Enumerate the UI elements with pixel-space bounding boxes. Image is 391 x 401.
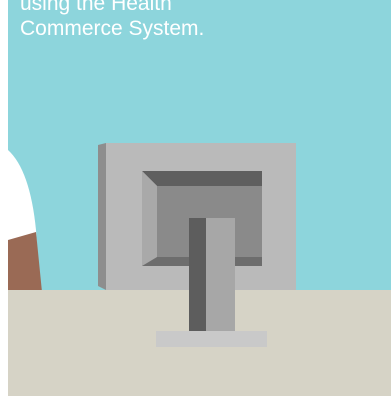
caption-line-2: Commerce System.: [20, 17, 205, 40]
caption-text: using the Health Commerce System.: [20, 0, 350, 41]
monitor-panel-left: [142, 171, 157, 266]
monitor-side-shadow: [98, 143, 106, 290]
caption-line-1: using the Health: [20, 0, 172, 15]
monitor-stand: [206, 218, 235, 331]
monitor-stand-shadow: [189, 218, 206, 331]
monitor-panel-top: [142, 171, 262, 186]
illustration: using the Health Commerce System.: [0, 0, 391, 396]
illustration-canvas: [0, 0, 391, 396]
frame-left: [0, 0, 8, 396]
monitor-base: [156, 331, 267, 347]
